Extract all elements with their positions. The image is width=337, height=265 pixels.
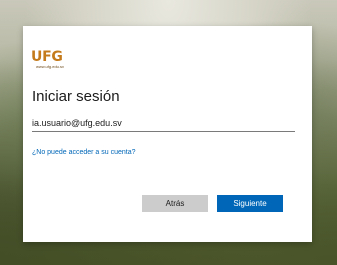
cant-access-account-link[interactable]: ¿No puede acceder a su cuenta? xyxy=(32,149,136,156)
ufg-logo: UFG www.ufg.edu.sv xyxy=(31,50,67,70)
back-button[interactable]: Atrás xyxy=(142,195,208,212)
page-title: Iniciar sesión xyxy=(32,88,120,105)
next-button[interactable]: Siguiente xyxy=(217,195,283,212)
logo-text: UFG xyxy=(31,49,63,65)
email-field[interactable] xyxy=(32,115,295,132)
signin-dialog: UFG www.ufg.edu.sv Iniciar sesión ¿No pu… xyxy=(23,26,312,242)
logo-tagline: www.ufg.edu.sv xyxy=(36,64,65,69)
